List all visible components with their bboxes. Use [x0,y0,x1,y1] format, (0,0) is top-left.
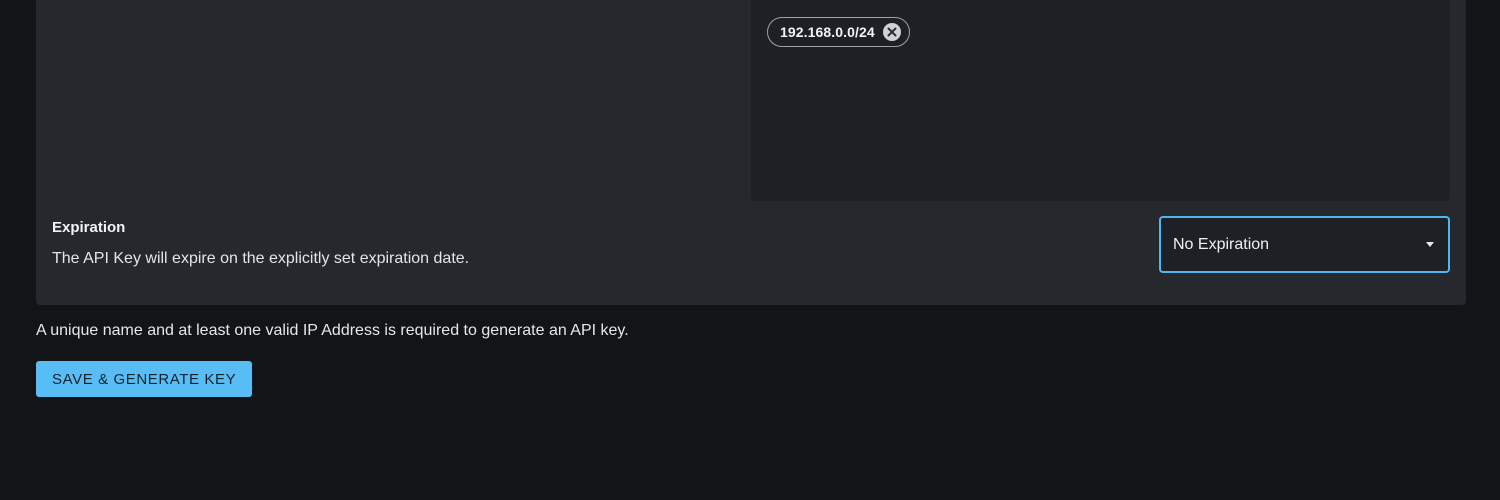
close-circle-icon[interactable] [882,23,901,41]
expiration-select-value: No Expiration [1173,235,1270,253]
caret-down-icon [1426,242,1434,247]
api-key-settings-page: 192.168.0.0/24 Expiration The API Key wi… [0,0,1500,500]
settings-card: 192.168.0.0/24 Expiration The API Key wi… [36,0,1466,305]
ip-chip: 192.168.0.0/24 [767,17,910,47]
save-generate-key-button[interactable]: SAVE & GENERATE KEY [36,361,253,397]
expiration-select[interactable]: No Expiration [1159,216,1450,273]
expiration-title: Expiration [52,219,126,236]
requirement-note: A unique name and at least one valid IP … [36,322,629,339]
ip-address-input-area[interactable]: 192.168.0.0/24 [751,0,1450,201]
expiration-description: The API Key will expire on the explicitl… [52,250,470,267]
ip-chip-label: 192.168.0.0/24 [780,24,875,40]
